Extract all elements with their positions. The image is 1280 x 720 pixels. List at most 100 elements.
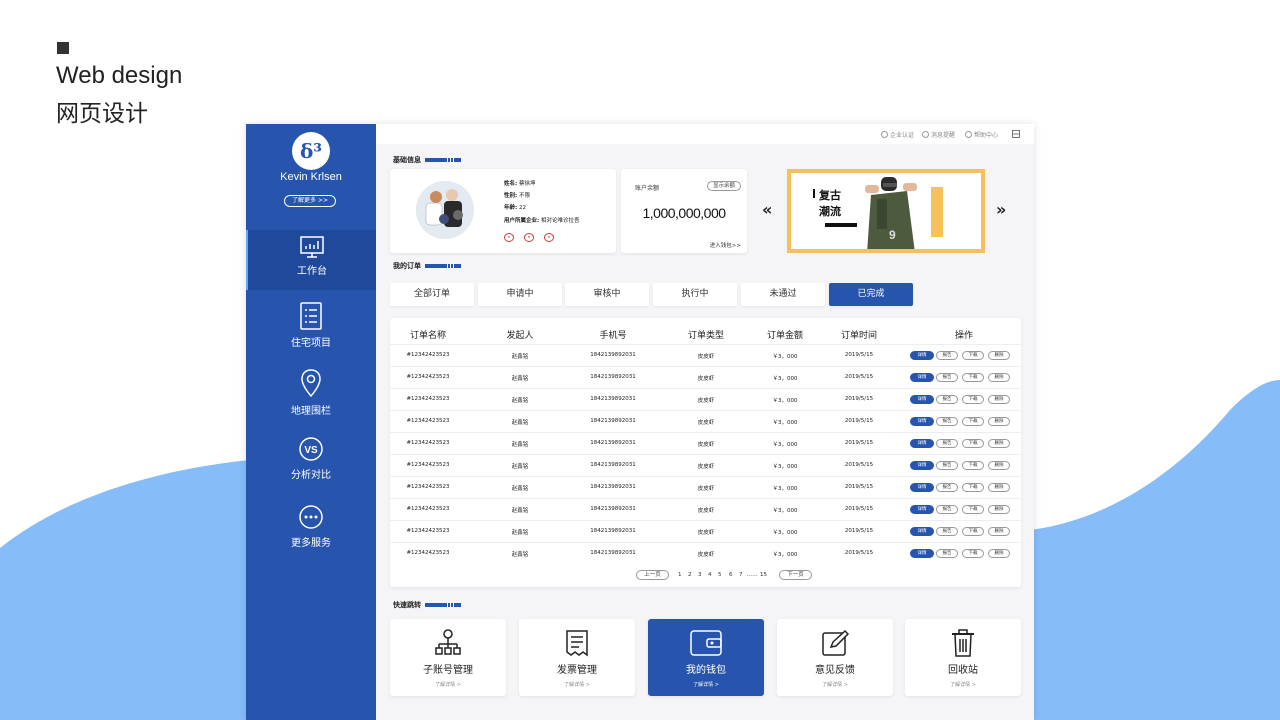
download-button[interactable]: 下载 (962, 505, 984, 514)
download-button[interactable]: 下载 (962, 373, 984, 382)
page-number[interactable]: 6 (729, 572, 733, 578)
page-number[interactable]: 3 (698, 572, 702, 578)
topbar-certification[interactable]: 企业认证 (881, 130, 914, 139)
balance-value: 1,000,000,000 (642, 205, 726, 221)
table-row: #12342423523 赵鑫铭 1842139892031 皮皮虾 ￥3，000 201… (390, 410, 1021, 432)
info-value: 不限 (518, 193, 530, 199)
section-title-text: 快速跳转 (393, 601, 421, 609)
detail-button[interactable]: 详情 (910, 395, 934, 404)
delete-button[interactable]: 删除 (988, 461, 1010, 470)
download-button[interactable]: 下载 (962, 483, 984, 492)
detail-button[interactable]: 详情 (910, 505, 934, 514)
table-cell: #12342423523 (406, 484, 450, 490)
delete-button[interactable]: 删除 (988, 417, 1010, 426)
table-cell: 1842139892031 (590, 396, 636, 402)
section-title-basic-info: 基础信息 (393, 155, 461, 165)
page-number[interactable]: 5 (718, 572, 722, 578)
report-button[interactable]: 报告 (936, 351, 958, 360)
topbar-help[interactable]: 帮助中心 (965, 130, 998, 139)
report-button[interactable]: 报告 (936, 395, 958, 404)
quick-sub-accounts[interactable]: 子账号管理 了解详情 > (390, 619, 506, 696)
tab-rejected[interactable]: 未通过 (741, 283, 825, 306)
tab-applying[interactable]: 申请中 (478, 283, 562, 306)
page-number[interactable]: 15 (760, 572, 767, 578)
report-button[interactable]: 报告 (936, 505, 958, 514)
detail-button[interactable]: 详情 (910, 439, 934, 448)
detail-button[interactable]: 详情 (910, 461, 934, 470)
delete-button[interactable]: 删除 (988, 373, 1010, 382)
report-button[interactable]: 报告 (936, 527, 958, 536)
table-row: #12342423523 赵鑫铭 1842139892031 皮皮虾 ￥3，000 201… (390, 454, 1021, 476)
banner-next-icon[interactable]: » (996, 200, 1006, 219)
quick-recycle-bin[interactable]: 回收站 了解详情 > (905, 619, 1021, 696)
report-button[interactable]: 报告 (936, 417, 958, 426)
quick-feedback[interactable]: 意见反馈 了解详情 > (777, 619, 893, 696)
detail-button[interactable]: 详情 (910, 549, 934, 558)
detail-button[interactable]: 详情 (910, 351, 934, 360)
sidebar-item-workbench[interactable]: 工作台 (246, 230, 376, 290)
logout-icon[interactable] (1012, 130, 1020, 138)
delete-button[interactable]: 删除 (988, 505, 1010, 514)
show-balance-button[interactable]: 显示余额 (707, 181, 741, 191)
download-button[interactable]: 下载 (962, 417, 984, 426)
banner-title-mark (813, 189, 815, 198)
table-cell: ￥3，000 (772, 420, 798, 426)
report-button[interactable]: 报告 (936, 549, 958, 558)
sidebar-item-geofence[interactable]: 地理围栏 (246, 362, 376, 422)
report-button[interactable]: 报告 (936, 461, 958, 470)
prev-page-button[interactable]: 上一页 (636, 570, 669, 580)
banner-prev-icon[interactable]: « (762, 200, 772, 219)
report-button[interactable]: 报告 (936, 373, 958, 382)
table-row: #12342423523 赵鑫铭 1842139892031 皮皮虾 ￥3，000 201… (390, 542, 1021, 564)
download-button[interactable]: 下载 (962, 439, 984, 448)
detail-button[interactable]: 详情 (910, 373, 934, 382)
next-page-button[interactable]: 下一页 (779, 570, 812, 580)
table-cell: 赵鑫铭 (511, 486, 529, 492)
enter-wallet-link[interactable]: 进入钱包>> (710, 241, 741, 249)
delete-button[interactable]: 删除 (988, 483, 1010, 492)
page-number[interactable]: 2 (688, 572, 692, 578)
page-number[interactable]: 4 (708, 572, 712, 578)
page-number[interactable]: 1 (678, 572, 682, 578)
tab-reviewing[interactable]: 审核中 (565, 283, 649, 306)
table-cell: ￥3，000 (772, 376, 798, 382)
banner-vertical-strip (931, 187, 943, 237)
table-cell: 皮皮虾 (697, 508, 715, 514)
logo-icon[interactable]: δ³ (292, 132, 330, 170)
table-cell: 2019/5/15 (844, 352, 874, 358)
delete-button[interactable]: 删除 (988, 527, 1010, 536)
download-button[interactable]: 下载 (962, 461, 984, 470)
delete-button[interactable]: 删除 (988, 351, 1010, 360)
delete-button[interactable]: 删除 (988, 439, 1010, 448)
download-button[interactable]: 下载 (962, 549, 984, 558)
report-button[interactable]: 报告 (936, 439, 958, 448)
download-button[interactable]: 下载 (962, 527, 984, 536)
sidebar-item-compare[interactable]: VS 分析对比 (246, 430, 376, 490)
sidebar-item-more-services[interactable]: 更多服务 (246, 498, 376, 558)
detail-button[interactable]: 详情 (910, 417, 934, 426)
tab-all-orders[interactable]: 全部订单 (390, 283, 474, 306)
report-button[interactable]: 报告 (936, 483, 958, 492)
detail-button[interactable]: 详情 (910, 483, 934, 492)
topbar-messages[interactable]: 消息提醒 (922, 130, 955, 139)
detail-button[interactable]: 详情 (910, 527, 934, 536)
table-row: #12342423523 赵鑫铭 1842139892031 皮皮虾 ￥3，000 201… (390, 366, 1021, 388)
tab-executing[interactable]: 执行中 (653, 283, 737, 306)
page-number[interactable]: 7 (739, 572, 743, 578)
table-cell: 1842139892031 (590, 550, 636, 556)
download-button[interactable]: 下载 (962, 351, 984, 360)
table-row: #12342423523 赵鑫铭 1842139892031 皮皮虾 ￥3，000 201… (390, 432, 1021, 454)
table-cell: ￥3，000 (772, 354, 798, 360)
table-cell: 2019/5/15 (844, 462, 874, 468)
sidebar-item-residential[interactable]: 住宅项目 (246, 296, 376, 356)
delete-button[interactable]: 删除 (988, 549, 1010, 558)
learn-more-button[interactable]: 了解更多 >> (284, 195, 336, 207)
table-cell: 2019/5/15 (844, 440, 874, 446)
tab-completed[interactable]: 已完成 (829, 283, 913, 306)
promo-banner[interactable]: 复古 潮流 9 (787, 169, 985, 253)
quick-wallet[interactable]: 我的钱包 了解详情 > (648, 619, 764, 696)
app-window: δ³ Kevin Krlsen 了解更多 >> 工作台 住宅项目 地理围栏 VS… (246, 124, 1034, 720)
download-button[interactable]: 下载 (962, 395, 984, 404)
delete-button[interactable]: 删除 (988, 395, 1010, 404)
quick-invoice[interactable]: 发票管理 了解详情 > (519, 619, 635, 696)
